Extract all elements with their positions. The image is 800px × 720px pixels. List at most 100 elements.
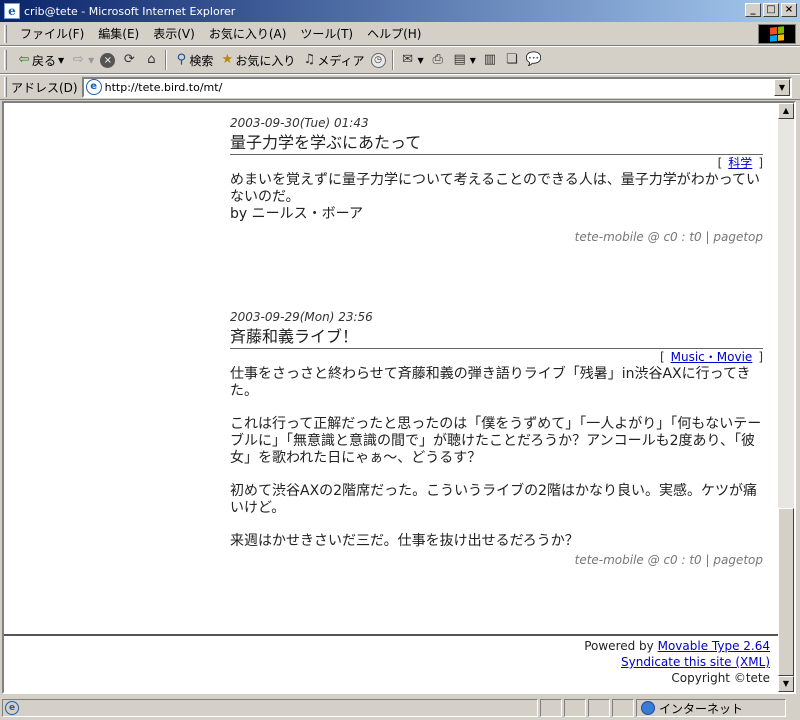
favorites-button[interactable]: ★ お気に入り [216, 49, 298, 71]
page-viewport: 2003-09-30(Tue) 01:43 量子力学を学ぶにあたって [科学] … [2, 101, 796, 694]
forward-dropdown-icon[interactable]: ▼ [88, 56, 94, 65]
scroll-up-button[interactable]: ▲ [778, 103, 794, 119]
edit-button[interactable]: ▤ ▼ [449, 49, 479, 71]
media-icon: ♫ [303, 52, 316, 67]
media-label: メディア [317, 53, 365, 68]
window-title: crib@tete - Microsoft Internet Explorer [24, 4, 236, 18]
entry-date: 2003-09-29(Mon) 23:56 [230, 310, 373, 324]
ie-page-icon: e [5, 701, 19, 715]
powered-by-line: Powered by Movable Type 2.64 [584, 638, 770, 654]
menu-tools[interactable]: ツール(T) [293, 25, 360, 42]
scroll-thumb[interactable] [778, 508, 794, 676]
entry-body: めまいを覚えずに量子力学について考えることのできる人は、量子力学がわかっていない… [230, 172, 763, 223]
mail-dropdown-icon[interactable]: ▼ [418, 56, 424, 65]
status-bar: e インターネット [0, 696, 800, 720]
favorites-label: お気に入り [235, 53, 296, 68]
messenger-icon: 💬 [525, 52, 543, 67]
print-icon: ⎙ [432, 52, 443, 67]
address-input[interactable]: e http://tete.bird.to/mt/ ▼ [81, 76, 792, 98]
security-zone-panel: インターネット [636, 699, 786, 717]
stop-button[interactable]: × [97, 49, 118, 71]
menu-bar: ファイル(F) 編集(E) 表示(V) お気に入り(A) ツール(T) ヘルプ(… [0, 22, 800, 46]
internet-globe-icon [641, 701, 655, 715]
refresh-icon: ⟳ [123, 52, 135, 67]
search-label: 検索 [189, 53, 214, 68]
back-dropdown-icon[interactable]: ▼ [58, 56, 64, 65]
movable-type-link[interactable]: Movable Type 2.64 [658, 639, 770, 653]
blog-entry: 2003-09-29(Mon) 23:56 斉藤和義ライブ！ [Music・Mo… [230, 309, 763, 569]
edit-icon: ▤ [453, 52, 466, 67]
windows-logo-icon [770, 26, 784, 42]
toolbar-separator [165, 50, 168, 70]
category-link[interactable]: 科学 [728, 156, 752, 170]
address-url[interactable]: http://tete.bird.to/mt/ [105, 81, 223, 94]
history-icon: ◷ [370, 52, 386, 68]
status-panel [564, 699, 586, 717]
entry-category: [Music・Movie] [659, 350, 763, 364]
address-label: アドレス(D) [11, 80, 78, 95]
menu-edit[interactable]: 編集(E) [91, 25, 146, 42]
entry-paragraph: これは行って正解だったと思ったのは「僕をうずめて」「一人よがり」「何もないテーブ… [230, 416, 762, 466]
home-icon: ⌂ [147, 52, 156, 67]
mail-icon: ✉ [402, 52, 413, 67]
menu-view[interactable]: 表示(V) [146, 25, 202, 42]
syndicate-link[interactable]: Syndicate this site (XML) [621, 655, 770, 669]
address-bar: アドレス(D) e http://tete.bird.to/mt/ ▼ [0, 74, 800, 100]
windows-logo-throbber [758, 24, 796, 44]
menu-favorites[interactable]: お気に入り(A) [202, 25, 294, 42]
status-panel [612, 699, 634, 717]
ie-page-icon: e [85, 79, 102, 95]
status-panel [588, 699, 610, 717]
menu-file[interactable]: ファイル(F) [13, 25, 91, 42]
back-arrow-icon: ⇦ [18, 52, 30, 67]
media-button[interactable]: ♫ メディア [298, 49, 367, 71]
category-link[interactable]: Music・Movie [671, 350, 753, 364]
search-button[interactable]: ⚲ 検索 [170, 49, 216, 71]
entry-category: [科学] [717, 156, 763, 170]
entry-title: 斉藤和義ライブ！ [230, 326, 763, 349]
entry-paragraph: めまいを覚えずに量子力学について考えることのできる人は、量子力学がわかっていない… [230, 172, 761, 205]
stop-icon: × [100, 52, 116, 68]
entry-paragraph: 仕事をさっさと終わらせて斉藤和義の弾き語りライブ「残暑」in渋谷AXに行ってきた… [230, 366, 751, 399]
status-panel [540, 699, 562, 717]
messenger-button[interactable]: 💬 [523, 49, 545, 71]
menu-help[interactable]: ヘルプ(H) [360, 25, 428, 42]
toolbar-grip[interactable] [4, 77, 7, 97]
vertical-scrollbar[interactable]: ▲ ▼ [778, 103, 794, 692]
toolbar-grip[interactable] [4, 50, 7, 70]
zone-label: インターネット [659, 701, 744, 716]
maximize-button[interactable]: □ [763, 3, 779, 17]
entry-date: 2003-09-30(Tue) 01:43 [230, 116, 369, 130]
discuss-icon: ▥ [483, 52, 496, 67]
favorites-icon: ★ [221, 52, 234, 67]
entry-paragraph: 初めて渋谷AXの2階席だった。こういうライブの2階はかなり良い。実感。ケツが痛い… [230, 483, 757, 516]
home-button[interactable]: ⌂ [140, 49, 162, 71]
mail-button[interactable]: ✉ ▼ [397, 49, 427, 71]
copyright-text: Copyright ©tete [671, 671, 770, 685]
entry-paragraph: by ニールス・ボーア [230, 206, 364, 222]
status-text-panel: e [2, 699, 538, 717]
toolbar-grip[interactable] [4, 24, 7, 43]
blog-entry: 2003-09-30(Tue) 01:43 量子力学を学ぶにあたって [科学] … [230, 115, 763, 246]
scroll-down-button[interactable]: ▼ [778, 676, 794, 692]
entry-footer[interactable]: tete-mobile @ c0 : t0 | pagetop [230, 229, 763, 246]
ie-page-icon: e [4, 3, 20, 19]
site-footer: Powered by Movable Type 2.64 Syndicate t… [584, 638, 770, 686]
discuss-button[interactable]: ▥ [479, 49, 501, 71]
toolbar-separator [391, 50, 394, 70]
entry-footer[interactable]: tete-mobile @ c0 : t0 | pagetop [230, 552, 763, 569]
refresh-button[interactable]: ⟳ [118, 49, 140, 71]
standard-toolbar: ⇦ 戻る ▼ ⇨ ▼ × ⟳ ⌂ ⚲ 検索 ★ お気に入り ♫ メディア ◷ ✉… [0, 46, 800, 74]
edit-dropdown-icon[interactable]: ▼ [470, 56, 476, 65]
forward-button[interactable]: ⇨ ▼ [67, 49, 97, 71]
history-button[interactable]: ◷ [368, 49, 389, 71]
research-button[interactable]: ❏ [501, 49, 523, 71]
address-dropdown-icon[interactable]: ▼ [774, 78, 790, 96]
minimize-button[interactable]: _ [745, 3, 761, 17]
back-button[interactable]: ⇦ 戻る ▼ [13, 49, 67, 71]
print-button[interactable]: ⎙ [427, 49, 449, 71]
close-button[interactable]: × [781, 3, 797, 17]
powered-by-text: Powered by [584, 639, 658, 653]
back-label: 戻る [32, 53, 57, 68]
title-bar: e crib@tete - Microsoft Internet Explore… [0, 0, 800, 22]
